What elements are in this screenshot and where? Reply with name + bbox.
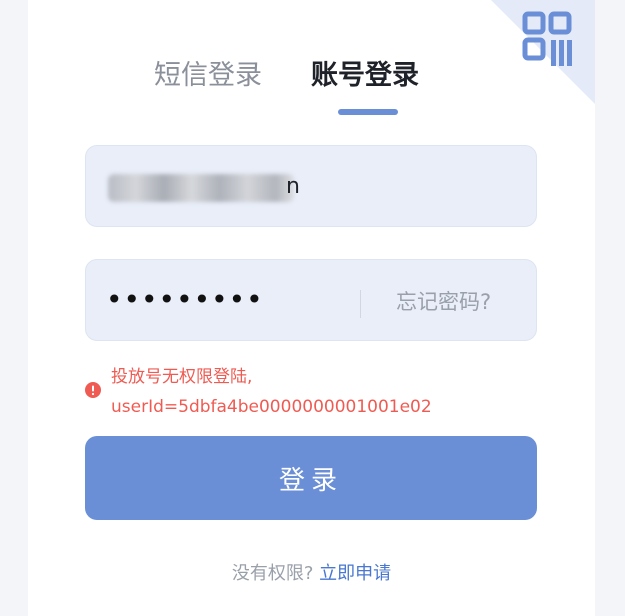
apply-now-link[interactable]: 立即申请 [319,563,391,584]
username-visible-text: n [286,174,300,199]
login-tabs: 短信登录 账号登录 [28,56,595,120]
active-tab-indicator [338,109,398,115]
tab-account-login[interactable]: 账号登录 [311,56,419,96]
error-icon [85,382,101,398]
field-divider [360,290,361,318]
login-button[interactable]: 登录 [85,436,537,520]
error-line-2: userId=5dbfa4be0000000001001e02 [111,397,432,417]
tab-sms-login[interactable]: 短信登录 [154,56,262,96]
no-permission-text: 没有权限? [231,563,314,584]
redacted-username [108,174,294,202]
login-card: 短信登录 账号登录 n ••••••••• 忘记密码? 投放号无权限登陆, us… [28,0,595,616]
password-field[interactable]: ••••••••• 忘记密码? [85,259,537,341]
footer-apply: 没有权限? 立即申请 [28,556,595,592]
error-line-1: 投放号无权限登陆, [111,367,253,387]
password-input[interactable]: ••••••••• [106,280,264,320]
error-message: 投放号无权限登陆, userId=5dbfa4be0000000001001e0… [85,362,537,426]
username-field[interactable]: n [85,145,537,227]
forgot-password-link[interactable]: 忘记密码? [396,286,491,318]
